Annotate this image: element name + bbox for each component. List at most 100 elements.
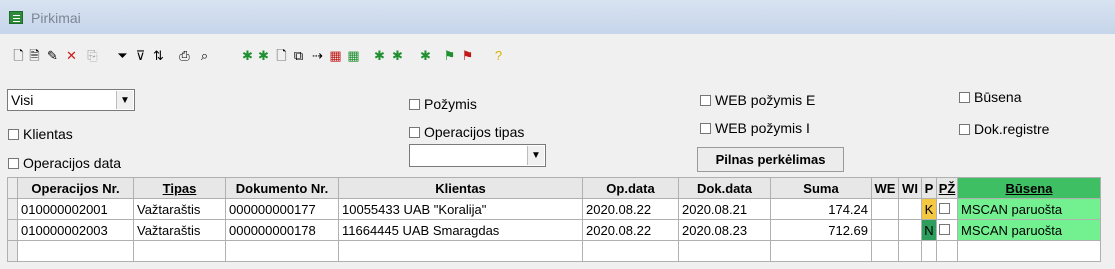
view-document-icon[interactable]: 🗎: [26, 47, 43, 64]
link-icon[interactable]: ⧉: [290, 47, 307, 64]
blank-page-icon[interactable]: 🗋: [273, 47, 290, 64]
delete-icon[interactable]: ✕: [63, 47, 80, 64]
cell-we[interactable]: [871, 219, 899, 241]
cell-empty[interactable]: [921, 240, 937, 262]
cell-dok-nr[interactable]: 000000000178: [225, 219, 339, 241]
cell-tipas[interactable]: Važtaraštis: [133, 219, 226, 241]
cell-op-nr[interactable]: 010000002001: [17, 198, 134, 220]
chevron-down-icon[interactable]: ▼: [116, 91, 133, 109]
col-header[interactable]: Būsena: [957, 177, 1101, 199]
col-header[interactable]: WE: [871, 177, 899, 199]
busena-checkbox[interactable]: [959, 91, 970, 103]
col-header[interactable]: Operacijos Nr.: [17, 177, 134, 199]
import-icon-2[interactable]: ✱: [255, 47, 272, 64]
cell-empty[interactable]: [225, 240, 339, 262]
cell-op-data[interactable]: 2020.08.22: [582, 219, 679, 241]
cell-klientas[interactable]: 11664445 UAB Smaragdas: [338, 219, 583, 241]
cell-pz[interactable]: [936, 219, 958, 241]
table-row-empty[interactable]: [7, 240, 1101, 262]
col-header[interactable]: Dok.data: [678, 177, 771, 199]
col-header[interactable]: P: [921, 177, 937, 199]
help-icon[interactable]: ?: [490, 47, 507, 64]
klientas-checkbox[interactable]: [8, 128, 19, 140]
copy-icon[interactable]: ⎘: [84, 47, 101, 64]
cell-dok-data[interactable]: 2020.08.23: [678, 219, 771, 241]
row-selector[interactable]: [7, 198, 18, 220]
dok-registre-checkbox[interactable]: [959, 123, 970, 135]
pozymis-checkbox[interactable]: [409, 98, 420, 110]
cell-empty[interactable]: [936, 240, 958, 262]
col-header[interactable]: WI: [898, 177, 922, 199]
web-pozymis-i-checkbox[interactable]: [700, 122, 711, 134]
building-red-icon[interactable]: ▦: [327, 47, 344, 64]
cell-suma[interactable]: 174.24: [770, 198, 872, 220]
period-select[interactable]: Visi ▼: [7, 89, 135, 111]
cell-pz[interactable]: [936, 198, 958, 220]
cell-empty[interactable]: [133, 240, 226, 262]
pz-checkbox[interactable]: [939, 223, 950, 235]
col-header[interactable]: Dokumento Nr.: [225, 177, 339, 199]
cell-busena[interactable]: MSCAN paruošta: [957, 219, 1101, 241]
cell-empty[interactable]: [7, 240, 18, 262]
cell-empty[interactable]: [871, 240, 899, 262]
cell-empty[interactable]: [770, 240, 872, 262]
busena-checkbox-row[interactable]: Būsena: [959, 89, 1021, 105]
cell-op-nr[interactable]: 010000002003: [17, 219, 134, 241]
red-flag-icon[interactable]: ⚑: [459, 47, 476, 64]
cell-p[interactable]: N: [921, 219, 937, 241]
export-icon-1[interactable]: ✱: [371, 47, 388, 64]
cell-we[interactable]: [871, 198, 899, 220]
cell-klientas[interactable]: 10055433 UAB "Koralija": [338, 198, 583, 220]
col-header[interactable]: Tipas: [133, 177, 226, 199]
green-flag-icon[interactable]: ⚑: [441, 47, 458, 64]
print-icon[interactable]: ⎙: [176, 47, 193, 64]
import-icon-1[interactable]: ✱: [239, 47, 256, 64]
binoculars-icon[interactable]: ⌕: [196, 47, 213, 64]
cell-empty[interactable]: [17, 240, 134, 262]
operacijos-tipas-checkbox-row[interactable]: Operacijos tipas: [409, 124, 524, 140]
operacijos-tipas-select[interactable]: ▼: [409, 144, 546, 167]
table-row[interactable]: 010000002001 Važtaraštis 000000000177 10055…: [7, 198, 1101, 220]
web-pozymis-e-checkbox-row[interactable]: WEB požymis E: [700, 92, 815, 108]
edit-icon[interactable]: ✎: [44, 47, 61, 64]
upload-icon[interactable]: ✱: [417, 47, 434, 64]
cell-empty[interactable]: [338, 240, 583, 262]
export-icon-2[interactable]: ✱: [389, 47, 406, 64]
col-header[interactable]: PŽ: [936, 177, 958, 199]
filter-funnel-list-icon[interactable]: ⏷: [114, 47, 131, 64]
cell-tipas[interactable]: Važtaraštis: [133, 198, 226, 220]
operacijos-data-checkbox-row[interactable]: Operacijos data: [8, 155, 121, 171]
new-document-icon[interactable]: 🗋: [10, 47, 27, 64]
pozymis-checkbox-row[interactable]: Požymis: [409, 96, 477, 112]
cell-suma[interactable]: 712.69: [770, 219, 872, 241]
cell-empty[interactable]: [582, 240, 679, 262]
cell-wi[interactable]: [898, 198, 922, 220]
chevron-down-icon[interactable]: ▼: [527, 146, 544, 165]
operacijos-data-checkbox[interactable]: [8, 157, 19, 169]
web-pozymis-e-checkbox[interactable]: [700, 94, 711, 106]
building-green-icon[interactable]: ▦: [345, 47, 362, 64]
table-row[interactable]: 010000002003 Važtaraštis 000000000178 11664…: [7, 219, 1101, 241]
col-header[interactable]: Klientas: [338, 177, 583, 199]
filter-icon[interactable]: ⊽: [132, 47, 149, 64]
operacijos-tipas-checkbox[interactable]: [409, 126, 420, 138]
cell-op-data[interactable]: 2020.08.22: [582, 198, 679, 220]
cell-empty[interactable]: [678, 240, 771, 262]
cell-empty[interactable]: [957, 240, 1101, 262]
col-header[interactable]: Suma: [770, 177, 872, 199]
cell-dok-data[interactable]: 2020.08.21: [678, 198, 771, 220]
cell-busena[interactable]: MSCAN paruošta: [957, 198, 1101, 220]
pz-checkbox[interactable]: [939, 202, 950, 214]
klientas-checkbox-row[interactable]: Klientas: [8, 126, 73, 142]
cell-dok-nr[interactable]: 000000000177: [225, 198, 339, 220]
cell-wi[interactable]: [898, 219, 922, 241]
row-selector[interactable]: [7, 219, 18, 241]
cell-empty[interactable]: [898, 240, 922, 262]
dok-registre-checkbox-row[interactable]: Dok.registre: [959, 121, 1049, 137]
transfer-icon[interactable]: ⇢: [309, 47, 326, 64]
pilnas-perkelimas-button[interactable]: Pilnas perkėlimas: [697, 147, 844, 172]
col-header[interactable]: Op.data: [582, 177, 679, 199]
cell-p[interactable]: K: [921, 198, 937, 220]
sort-az-icon[interactable]: ⇅: [150, 47, 167, 64]
web-pozymis-i-checkbox-row[interactable]: WEB požymis I: [700, 120, 810, 136]
